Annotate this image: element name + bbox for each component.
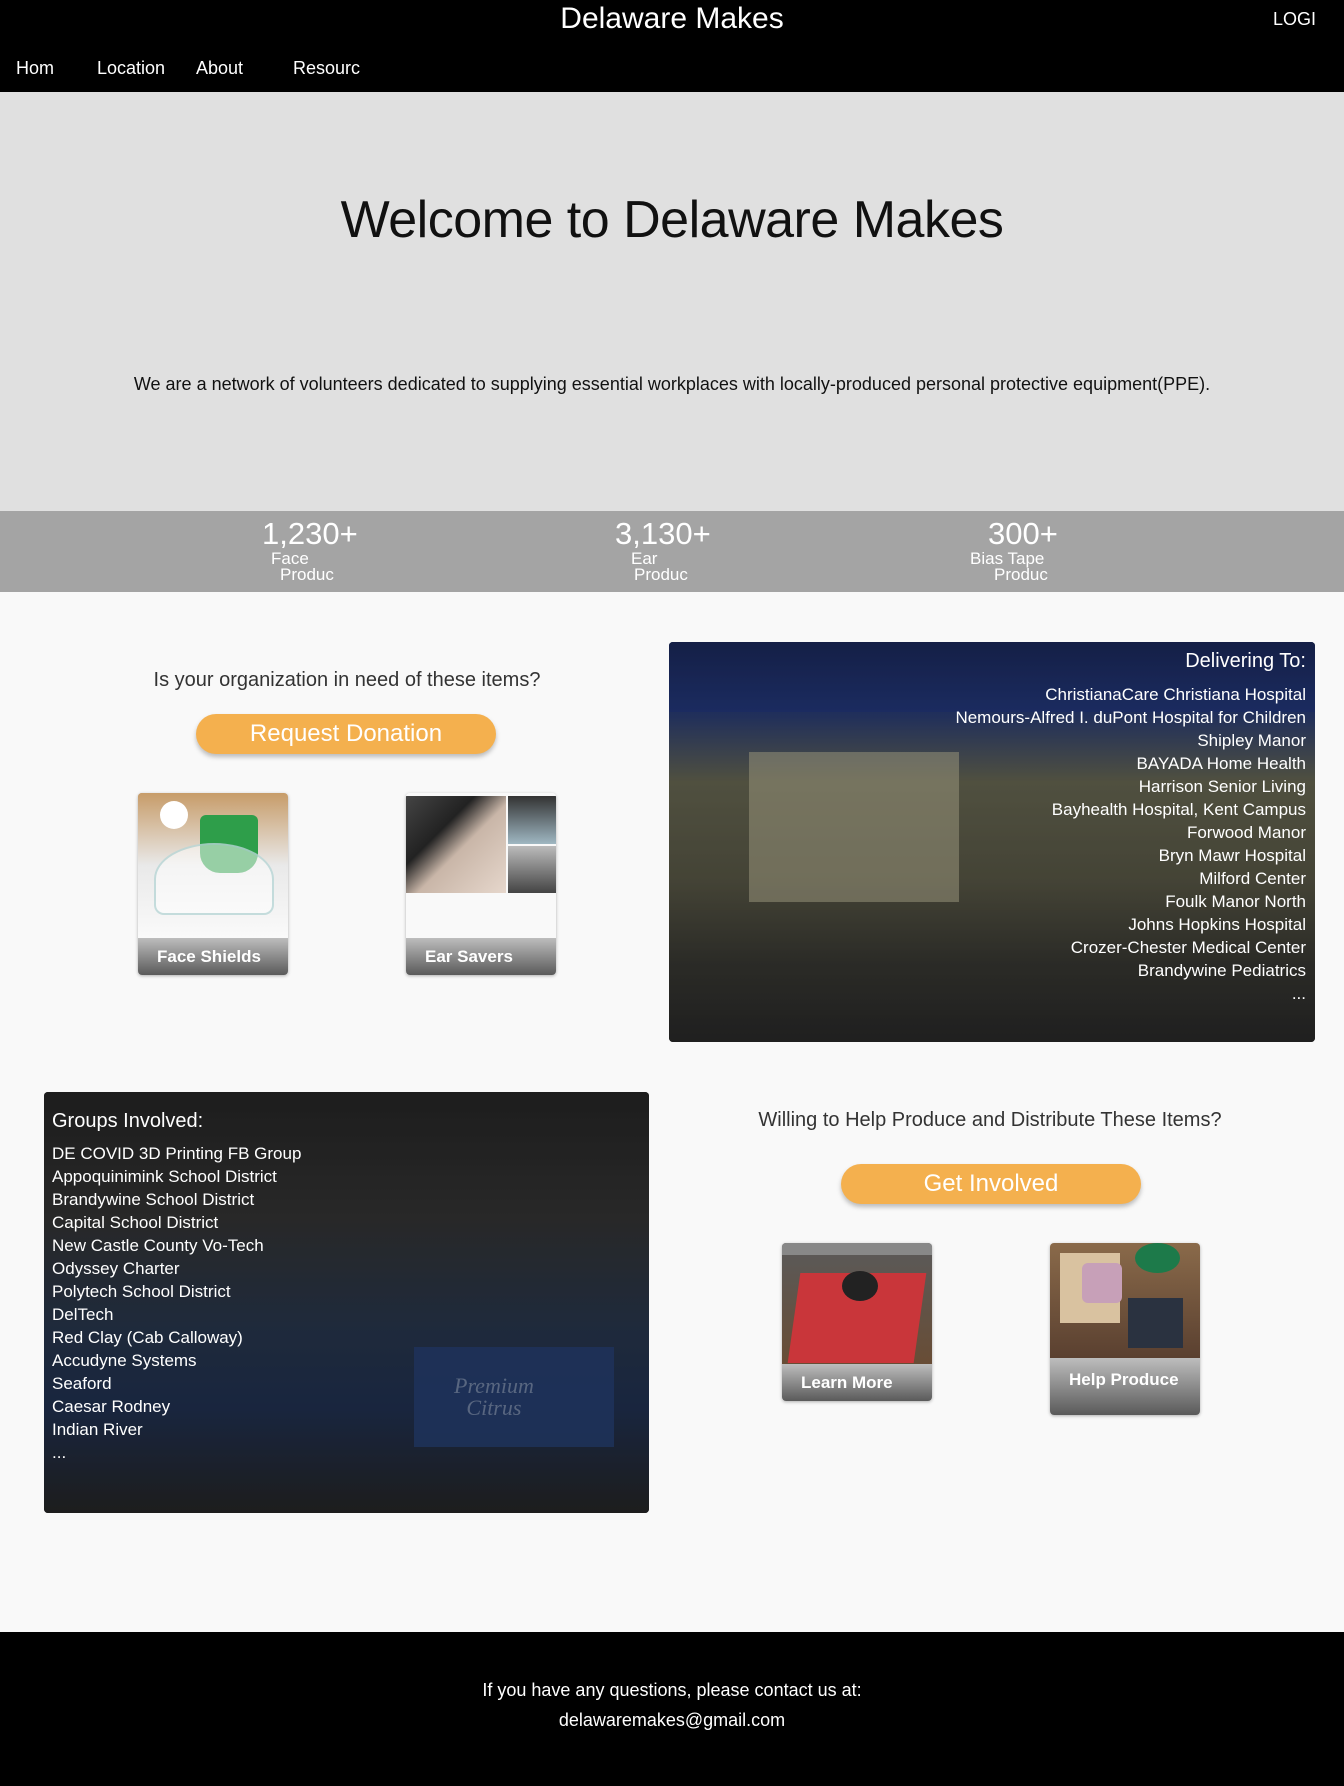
nav-item-resources[interactable]: Resourc (293, 58, 360, 79)
delivering-list-item: ... (1291, 984, 1306, 1003)
groups-list-item: Caesar Rodney (52, 1397, 171, 1416)
groups-list-item: Capital School District (52, 1213, 219, 1232)
delivering-list: ChristianaCare Christiana Hospital Nemour… (955, 683, 1306, 1005)
stat-face-shields: 1,230+ Face Produc (262, 516, 482, 584)
delivering-list-item: Brandywine Pediatrics (1137, 961, 1306, 980)
delivering-text-block: Delivering To: ChristianaCare Christiana… (955, 650, 1306, 1005)
groups-list-item: Polytech School District (52, 1282, 231, 1301)
ear-savers-card[interactable]: Ear Savers (406, 793, 556, 975)
footer-email-link[interactable]: delawaremakes@gmail.com (0, 1710, 1344, 1731)
groups-panel: Premium Citrus Groups Involved: DE COVID… (44, 1092, 649, 1513)
stat-label-line: Produc (634, 565, 688, 584)
card-label: Ear Savers (406, 938, 556, 975)
delivering-list-item: Milford Center (1199, 869, 1306, 888)
delivering-list-item: Foulk Manor North (1165, 892, 1306, 911)
groups-list-item: DelTech (52, 1305, 114, 1324)
card-label: Face Shields (138, 938, 288, 975)
card-label: Help Produce (1050, 1358, 1200, 1415)
stat-ear-savers: 3,130+ Ear Produc (615, 516, 835, 584)
stat-label-line: Produc (994, 565, 1048, 584)
groups-list-item: ... (52, 1443, 67, 1462)
supplies-photo-icon (1050, 1243, 1200, 1358)
ear-saver-photo-icon (406, 793, 556, 938)
nav-item-location[interactable]: Location (97, 58, 165, 79)
groups-list-item: Appoquinimink School District (52, 1167, 277, 1186)
delivering-list-item: ChristianaCare Christiana Hospital (1045, 685, 1306, 704)
stat-label: Ear Produc (615, 550, 835, 584)
delivering-list-item: Nemours-Alfred I. duPont Hospital for Ch… (955, 708, 1306, 727)
delivering-list-item: Johns Hopkins Hospital (1128, 915, 1306, 934)
delivering-list-item: Forwood Manor (1186, 823, 1306, 842)
face-shield-photo-icon (138, 793, 288, 938)
top-navigation-bar: Delaware Makes LOGI Hom Location About R… (0, 0, 1344, 92)
groups-list-item: Accudyne Systems (52, 1351, 197, 1370)
footer-contact-text: If you have any questions, please contac… (482, 1680, 862, 1700)
stat-label-line: Produc (280, 565, 334, 584)
delivering-list-item: BAYADA Home Health (1136, 754, 1306, 773)
stat-label: Bias Tape Produc (970, 550, 1190, 584)
login-link[interactable]: LOGI (1273, 9, 1316, 30)
groups-list-item: Seaford (52, 1374, 112, 1393)
get-involved-button[interactable]: Get Involved (841, 1164, 1141, 1204)
groups-list-item: Indian River (52, 1420, 143, 1439)
nav-item-about[interactable]: About (196, 58, 243, 79)
groups-list: DE COVID 3D Printing FB Group Appoquinimi… (52, 1142, 301, 1464)
stat-value: 1,230+ (262, 516, 358, 551)
card-label: Learn More (782, 1364, 932, 1401)
groups-heading: Groups Involved: (52, 1110, 204, 1132)
groups-list-item: Brandywine School District (52, 1190, 255, 1209)
delivering-list-item: Shipley Manor (1197, 731, 1306, 750)
delivering-heading: Delivering To: (1185, 650, 1306, 672)
footer: If you have any questions, please contac… (0, 1632, 1344, 1786)
hero-description: We are a network of volunteers dedicated… (133, 374, 1211, 394)
groups-list-item: Red Clay (Cab Calloway) (52, 1328, 243, 1347)
stat-bias-tape: 300+ Bias Tape Produc (970, 516, 1190, 584)
groups-list-item: Odyssey Charter (52, 1259, 180, 1278)
site-title[interactable]: Delaware Makes (0, 2, 1344, 36)
learn-more-card[interactable]: Learn More (782, 1243, 932, 1401)
request-prompt: Is your organization in need of these it… (153, 669, 541, 691)
delivering-list-item: Bryn Mawr Hospital (1158, 846, 1306, 865)
involve-prompt: Willing to Help Produce and Distribute T… (758, 1109, 1222, 1131)
face-shields-card[interactable]: Face Shields (138, 793, 288, 975)
stat-value: 3,130+ (615, 516, 711, 551)
request-donation-button[interactable]: Request Donation (196, 714, 496, 754)
hero-section: Welcome to Delaware Makes We are a netwo… (0, 92, 1344, 511)
stat-label: Face Produc (262, 550, 482, 584)
delivering-list-item: Harrison Senior Living (1138, 777, 1306, 796)
help-produce-card[interactable]: Help Produce (1050, 1243, 1200, 1415)
nav-item-home[interactable]: Hom (16, 58, 54, 79)
groups-list-item: DE COVID 3D Printing FB Group (52, 1144, 302, 1163)
delivering-list-item: Bayhealth Hospital, Kent Campus (1051, 800, 1306, 819)
stats-bar: 1,230+ Face Produc 3,130+ Ear Produc 300… (0, 511, 1344, 592)
delivering-panel: Delivering To: ChristianaCare Christiana… (669, 642, 1315, 1042)
delivering-list-item: Crozer-Chester Medical Center (1070, 938, 1306, 957)
stat-value: 300+ (988, 516, 1058, 551)
groups-list-item: New Castle County Vo-Tech (52, 1236, 264, 1255)
groups-text-block: Groups Involved: DE COVID 3D Printing FB… (52, 1110, 301, 1464)
hero-title: Welcome to Delaware Makes (340, 191, 1004, 249)
